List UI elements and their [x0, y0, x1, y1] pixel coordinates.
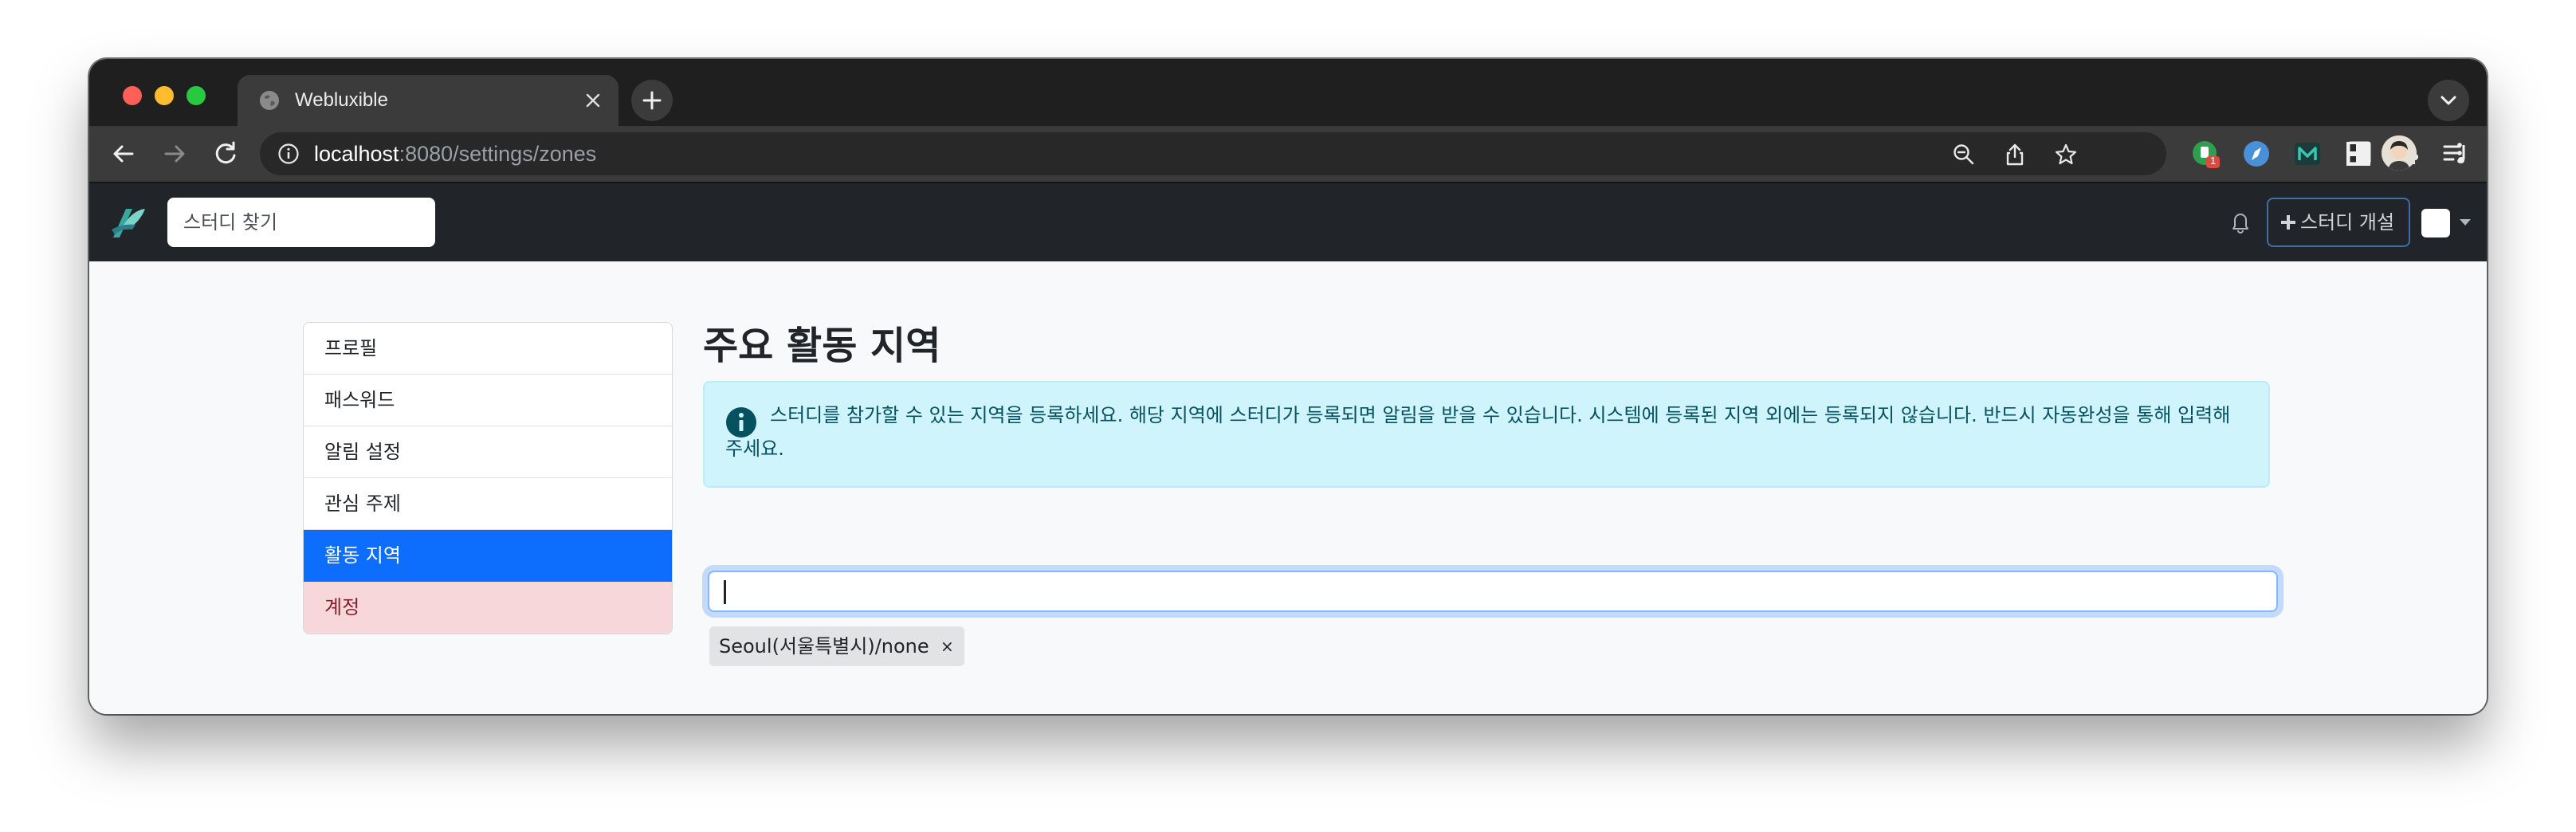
- address-bar[interactable]: localhost:8080/settings/zones: [260, 132, 2166, 175]
- bell-icon[interactable]: [2228, 209, 2252, 234]
- extension-m-icon[interactable]: [2292, 139, 2323, 169]
- open-study-button[interactable]: 스터디 개설: [2267, 198, 2410, 247]
- zone-tag-label: Seoul(서울특별시)/none: [719, 635, 929, 657]
- extension-compass-icon[interactable]: [2241, 139, 2272, 169]
- extension-green-graphic: [2193, 141, 2220, 168]
- minimize-window-button[interactable]: [155, 86, 174, 105]
- back-arrow-icon[interactable]: [107, 137, 140, 171]
- study-search-input[interactable]: 스터디 찾기: [167, 198, 435, 247]
- user-menu-avatar[interactable]: [2421, 209, 2450, 237]
- browser-window: Webluxible localhost:8080/settings/zones…: [89, 59, 2487, 714]
- settings-menu-profile[interactable]: 프로필: [304, 323, 672, 375]
- plus-icon: [2281, 215, 2295, 230]
- settings-menu-password[interactable]: 패스워드: [304, 375, 672, 426]
- extension-badge: 1: [2210, 155, 2217, 167]
- star-icon[interactable]: [2053, 142, 2079, 167]
- tab-search-button[interactable]: [2428, 80, 2469, 121]
- browser-toolbar: localhost:8080/settings/zones 1: [89, 126, 2487, 183]
- page-title: 주요 활동 지역: [703, 324, 941, 368]
- settings-menu: 프로필 패스워드 알림 설정 관심 주제 활동 지역 계정: [303, 322, 673, 634]
- forward-arrow-icon[interactable]: [158, 137, 191, 171]
- profile-avatar[interactable]: [2382, 135, 2417, 171]
- share-icon[interactable]: [2002, 142, 2028, 167]
- dropdown-caret-icon[interactable]: [2460, 219, 2471, 226]
- maximize-window-button[interactable]: [187, 86, 206, 105]
- url-path: :8080/settings/zones: [399, 142, 597, 166]
- zoom-out-icon[interactable]: [1951, 142, 1977, 167]
- tab-strip: Webluxible: [89, 59, 2487, 126]
- settings-menu-notifications[interactable]: 알림 설정: [304, 426, 672, 478]
- brand-logo-icon[interactable]: [108, 202, 148, 242]
- globe-icon: [260, 91, 279, 110]
- extension-green-icon[interactable]: 1: [2190, 139, 2221, 169]
- remove-tag-icon[interactable]: ×: [940, 626, 954, 666]
- info-alert: 스터디를 참가할 수 있는 지역을 등록하세요. 해당 지역에 스터디가 등록되…: [703, 381, 2270, 488]
- info-circle-icon: [726, 407, 756, 438]
- side-panel-icon[interactable]: [2345, 139, 2374, 167]
- more-options-icon[interactable]: [2445, 139, 2474, 167]
- browser-tab[interactable]: Webluxible: [238, 75, 618, 126]
- site-navbar: 스터디 찾기 스터디 개설: [89, 183, 2487, 261]
- new-tab-button[interactable]: [631, 80, 673, 121]
- site-info-icon[interactable]: [277, 143, 300, 165]
- url-host: localhost: [314, 142, 399, 166]
- person-avatar-icon: [2382, 135, 2417, 171]
- close-tab-icon[interactable]: [582, 89, 604, 112]
- chevron-down-icon: [2441, 96, 2456, 105]
- text-cursor: [724, 580, 726, 604]
- reload-icon[interactable]: [209, 137, 242, 171]
- url-text: localhost:8080/settings/zones: [314, 140, 596, 167]
- page-content: 프로필 패스워드 알림 설정 관심 주제 활동 지역 계정 주요 활동 지역 스…: [89, 261, 2487, 714]
- settings-menu-account[interactable]: 계정: [304, 582, 672, 634]
- tab-title: Webluxible: [295, 89, 388, 111]
- alert-text: 스터디를 참가할 수 있는 지역을 등록하세요. 해당 지역에 스터디가 등록되…: [725, 404, 2231, 460]
- settings-menu-zones[interactable]: 활동 지역: [304, 530, 672, 582]
- zone-input[interactable]: [708, 571, 2278, 612]
- close-window-button[interactable]: [123, 86, 142, 105]
- zone-tag: Seoul(서울특별시)/none ×: [709, 626, 964, 666]
- open-study-label: 스터디 개설: [2300, 211, 2395, 234]
- settings-menu-tags[interactable]: 관심 주제: [304, 478, 672, 530]
